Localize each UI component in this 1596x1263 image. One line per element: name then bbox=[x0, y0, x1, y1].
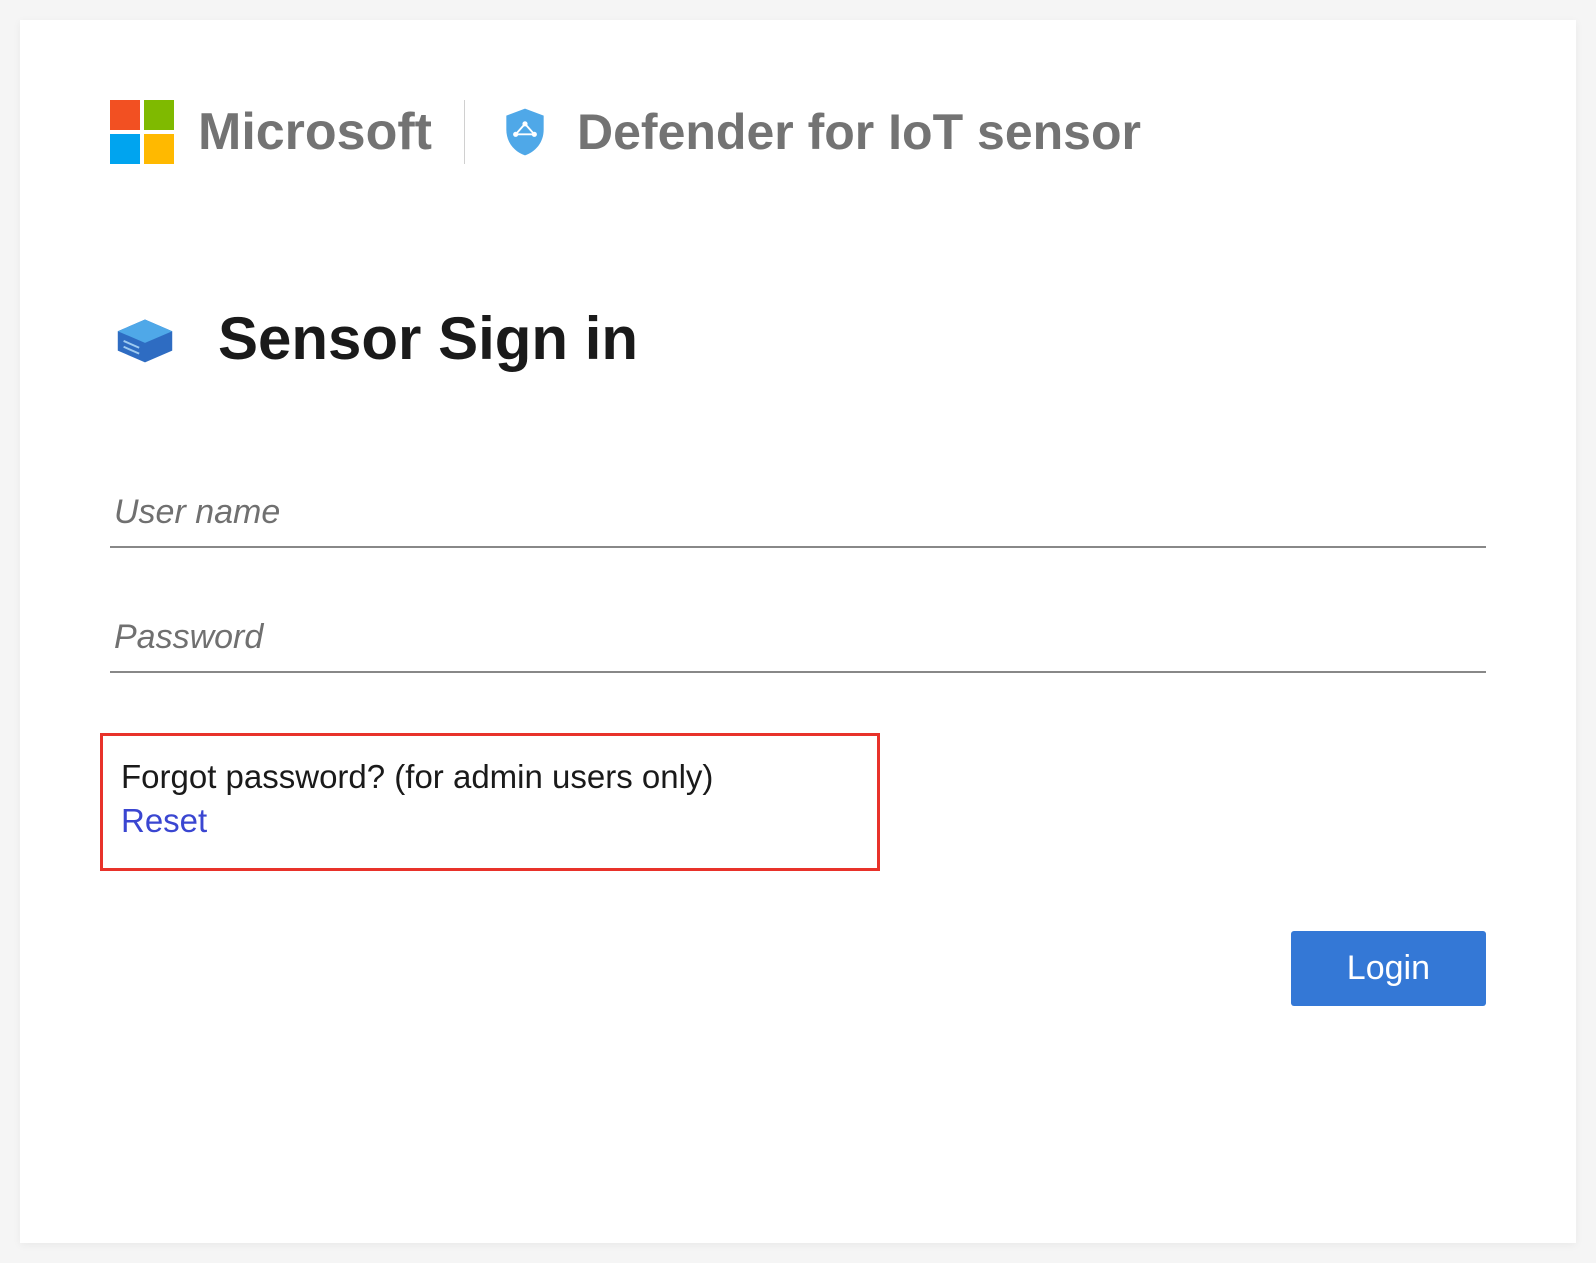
microsoft-logo-icon bbox=[110, 100, 174, 164]
password-field-wrapper bbox=[110, 608, 1486, 673]
reset-link[interactable]: Reset bbox=[121, 802, 207, 839]
button-row: Login bbox=[110, 931, 1486, 1006]
password-input[interactable] bbox=[110, 608, 1486, 673]
signin-card: Microsoft Defender for IoT sensor Sensor… bbox=[20, 20, 1576, 1243]
signin-heading-row: Sensor Sign in bbox=[110, 304, 1486, 373]
username-input[interactable] bbox=[110, 483, 1486, 548]
sensor-icon bbox=[110, 311, 180, 367]
product-name: Defender for IoT sensor bbox=[577, 103, 1141, 161]
vendor-name: Microsoft bbox=[198, 102, 432, 162]
header: Microsoft Defender for IoT sensor bbox=[110, 100, 1486, 164]
header-divider bbox=[464, 100, 465, 164]
shield-icon bbox=[497, 104, 553, 160]
signin-title: Sensor Sign in bbox=[218, 304, 638, 373]
forgot-password-box: Forgot password? (for admin users only) … bbox=[100, 733, 880, 871]
login-button[interactable]: Login bbox=[1291, 931, 1486, 1006]
username-field-wrapper bbox=[110, 483, 1486, 548]
forgot-password-text: Forgot password? (for admin users only) bbox=[121, 758, 859, 796]
